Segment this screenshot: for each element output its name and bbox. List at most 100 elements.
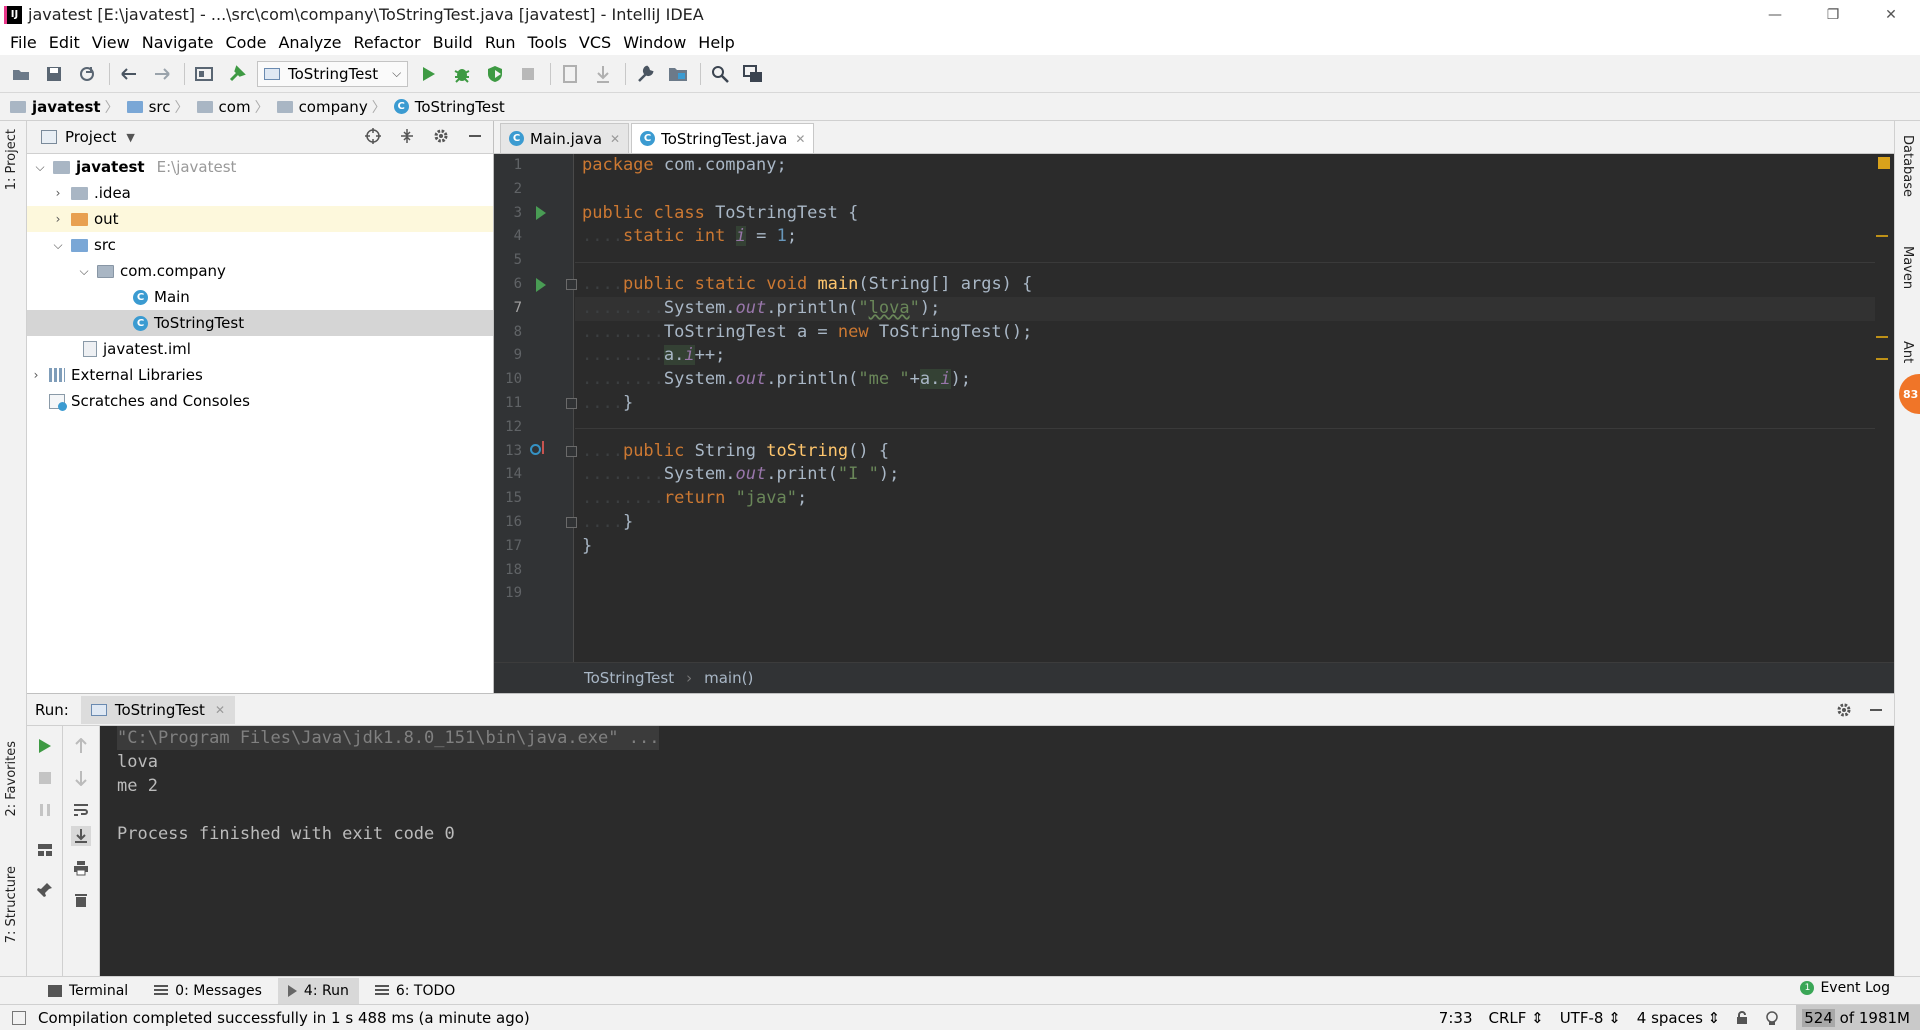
collapsed-arrow-icon[interactable]: › [27, 368, 45, 382]
vcs-update-icon[interactable] [557, 61, 583, 87]
tasks-icon[interactable] [740, 61, 766, 87]
chevron-down-icon[interactable]: ▼ [126, 131, 134, 144]
fold-icon[interactable] [566, 398, 577, 409]
hide-panel-icon[interactable] [467, 128, 483, 144]
scroll-to-end-icon[interactable] [71, 826, 91, 846]
run-config-selector[interactable]: ToStringTest ⌵ [257, 60, 409, 87]
run-gutter-icon[interactable] [536, 278, 546, 292]
code-editor[interactable]: 1 2 3 4 5 6 7 8 9 10 11 12 13 14 15 16 1… [494, 154, 1894, 662]
menu-code[interactable]: Code [220, 33, 273, 52]
structure-tool-tab[interactable]: 7: Structure [4, 866, 19, 943]
fold-icon[interactable] [566, 446, 577, 457]
fold-icon[interactable] [566, 279, 577, 290]
tree-item-tostringtest[interactable]: C ToStringTest [27, 310, 493, 336]
locate-target-icon[interactable] [365, 128, 381, 144]
soft-wrap-icon[interactable] [71, 800, 91, 820]
open-folder-icon[interactable] [8, 61, 34, 87]
tree-item-main[interactable]: C Main [27, 284, 493, 310]
toggle-tool-windows-icon[interactable] [12, 1010, 26, 1025]
tab-tostringtest-java[interactable]: C ToStringTest.java ✕ [631, 123, 815, 153]
inspection-status-icon[interactable] [1878, 157, 1890, 169]
tree-item-out[interactable]: › out [27, 206, 493, 232]
collapse-all-icon[interactable] [399, 128, 415, 144]
run-tab-tostringtest[interactable]: ToStringTest ✕ [80, 695, 235, 724]
todo-tab[interactable]: 6: TODO [365, 978, 465, 1004]
menu-help[interactable]: Help [692, 33, 740, 52]
collapsed-arrow-icon[interactable]: › [49, 212, 67, 226]
caret-position[interactable]: 7:33 [1439, 1009, 1473, 1027]
file-encoding[interactable]: UTF-8 ⇕ [1560, 1009, 1621, 1027]
back-arrow-icon[interactable] [116, 61, 142, 87]
crumb-tostringtest[interactable]: C ToStringTest [393, 98, 505, 116]
tab-main-java[interactable]: C Main.java ✕ [500, 123, 630, 153]
favorites-tool-tab[interactable]: 2: Favorites [4, 741, 19, 817]
coverage-shield-icon[interactable] [482, 61, 508, 87]
expanded-arrow-icon[interactable]: ⌵ [49, 238, 67, 253]
menu-tools[interactable]: Tools [522, 33, 573, 52]
tree-item-external-libraries[interactable]: › External Libraries [27, 362, 493, 388]
menu-view[interactable]: View [86, 33, 136, 52]
crumb-com[interactable]: com 〉 [196, 97, 273, 117]
vcs-commit-icon[interactable] [590, 61, 616, 87]
sync-icon[interactable] [74, 61, 100, 87]
expanded-arrow-icon[interactable]: ⌵ [31, 160, 49, 175]
forward-arrow-icon[interactable] [149, 61, 175, 87]
tree-item-idea[interactable]: › .idea [27, 180, 493, 206]
menu-file[interactable]: File [4, 33, 43, 52]
status-message[interactable]: Compilation completed successfully in 1 … [38, 1009, 530, 1027]
expanded-arrow-icon[interactable]: ⌵ [75, 264, 93, 279]
pause-icon[interactable] [35, 800, 55, 820]
ant-tool-tab[interactable]: Ant [1900, 341, 1915, 363]
crumb-javatest[interactable]: javatest 〉 [10, 97, 123, 117]
event-log-button[interactable]: 1 Event Log [1800, 980, 1890, 996]
crumb-src[interactable]: src 〉 [126, 97, 193, 117]
minimize-button[interactable]: — [1746, 0, 1804, 29]
save-all-icon[interactable] [41, 61, 67, 87]
menu-navigate[interactable]: Navigate [136, 33, 220, 52]
editor-gutter[interactable]: 1 2 3 4 5 6 7 8 9 10 11 12 13 14 15 16 1… [494, 154, 577, 662]
crumb-company[interactable]: company 〉 [276, 97, 390, 117]
run-tab[interactable]: 4: Run [277, 977, 359, 1004]
build-hammer-icon[interactable] [224, 61, 250, 87]
tree-item-src[interactable]: ⌵ src [27, 232, 493, 258]
menu-analyze[interactable]: Analyze [272, 33, 347, 52]
debug-bug-icon[interactable] [449, 61, 475, 87]
arrow-down-icon[interactable] [71, 768, 91, 788]
tree-item-scratches[interactable]: Scratches and Consoles [27, 388, 493, 414]
messages-tab[interactable]: 0: Messages [144, 978, 272, 1004]
terminal-tab[interactable]: Terminal [38, 978, 138, 1004]
restore-button[interactable]: ❐ [1804, 0, 1862, 29]
warning-marker[interactable] [1876, 235, 1888, 237]
project-tool-tab[interactable]: 1: Project [4, 129, 19, 190]
lock-icon[interactable] [1736, 1010, 1748, 1025]
tree-item-javatest[interactable]: ⌵ javatest E:\javatest [27, 154, 493, 180]
close-window-button[interactable]: ✕ [1862, 0, 1920, 29]
gear-icon[interactable] [1836, 702, 1852, 718]
line-separator[interactable]: CRLF ⇕ [1488, 1009, 1543, 1027]
crumb-method[interactable]: main() [704, 669, 753, 687]
project-structure-icon[interactable] [191, 61, 217, 87]
pin-icon[interactable] [35, 880, 55, 900]
indent-setting[interactable]: 4 spaces ⇕ [1637, 1009, 1720, 1027]
trash-icon[interactable] [71, 890, 91, 910]
print-icon[interactable] [71, 858, 91, 878]
tree-item-com-company[interactable]: ⌵ com.company [27, 258, 493, 284]
menu-refactor[interactable]: Refactor [348, 33, 427, 52]
stop-icon[interactable] [515, 61, 541, 87]
close-icon[interactable]: ✕ [215, 703, 225, 717]
run-icon[interactable] [416, 61, 442, 87]
warning-marker[interactable] [1876, 358, 1888, 360]
override-method-icon[interactable] [530, 444, 541, 455]
collapsed-arrow-icon[interactable]: › [49, 186, 67, 200]
maven-tool-tab[interactable]: Maven [1900, 246, 1915, 289]
arrow-up-icon[interactable] [71, 736, 91, 756]
menu-build[interactable]: Build [427, 33, 479, 52]
menu-edit[interactable]: Edit [43, 33, 86, 52]
menu-vcs[interactable]: VCS [573, 33, 617, 52]
tree-item-javatest-iml[interactable]: javatest.iml [27, 336, 493, 362]
menu-window[interactable]: Window [617, 33, 692, 52]
menu-run[interactable]: Run [479, 33, 522, 52]
inspector-icon[interactable] [1764, 1010, 1780, 1026]
gear-icon[interactable] [433, 128, 449, 144]
settings-wrench-icon[interactable] [632, 61, 658, 87]
